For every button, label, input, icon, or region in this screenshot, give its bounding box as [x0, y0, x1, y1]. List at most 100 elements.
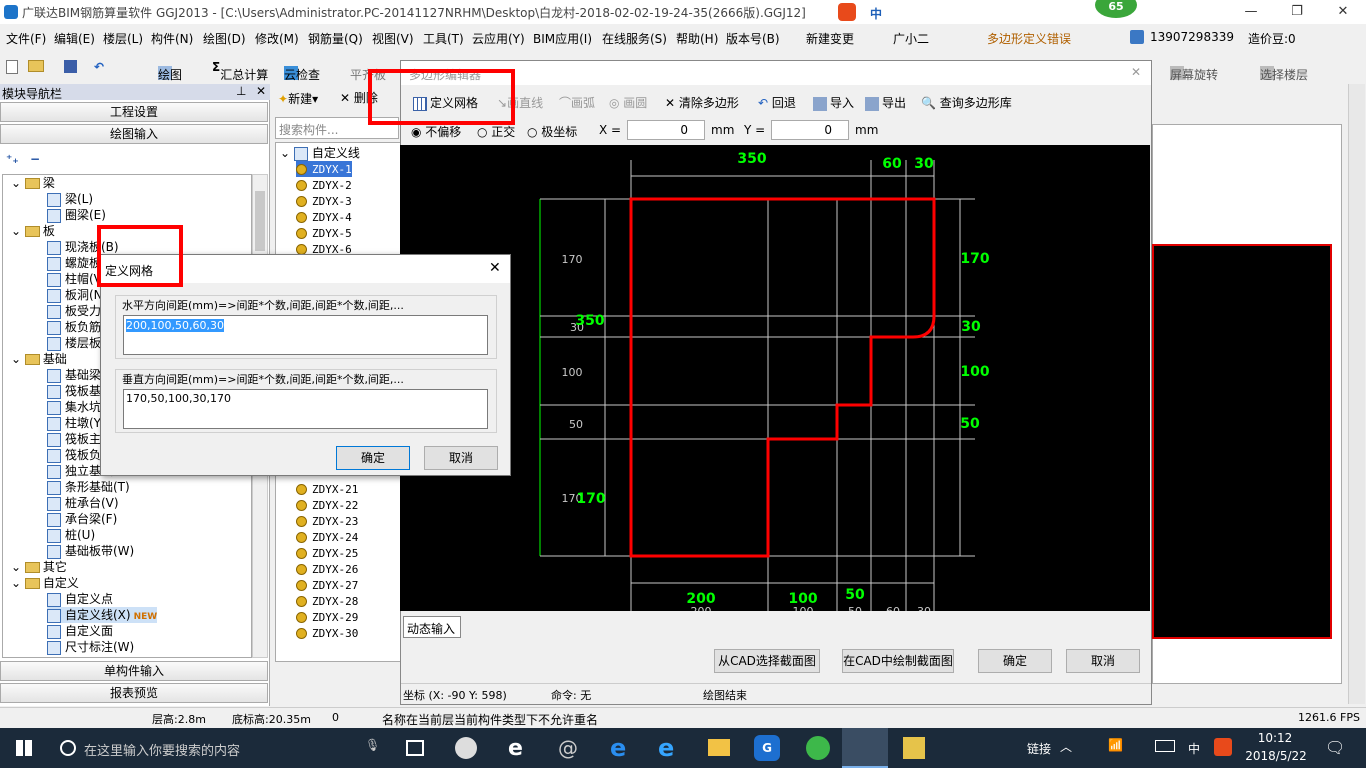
- list-item[interactable]: ZDYX-5: [296, 225, 352, 241]
- editor-close-icon[interactable]: ✕: [1131, 65, 1141, 79]
- menu-tools[interactable]: 工具(T): [423, 30, 464, 47]
- minimize-button[interactable]: —: [1228, 0, 1274, 24]
- menu-new-change[interactable]: 新建变更: [806, 30, 854, 47]
- list-item[interactable]: ZDYX-4: [296, 209, 352, 225]
- tree-folder[interactable]: ⌄ 自定义: [11, 575, 79, 591]
- list-item[interactable]: ZDYX-30: [296, 625, 358, 641]
- ie-browser-icon[interactable]: e: [508, 736, 523, 761]
- list-item[interactable]: ZDYX-1: [296, 161, 352, 177]
- expander-icon[interactable]: ⌄: [280, 146, 294, 160]
- glodon-g-icon[interactable]: G: [754, 735, 780, 761]
- sum-button[interactable]: Σ 汇总计算: [212, 60, 268, 82]
- tree-item[interactable]: 集水坑: [47, 399, 101, 415]
- query-library-button[interactable]: 🔍 查询多边形库: [921, 94, 1012, 111]
- edge-browser-icon[interactable]: e: [610, 734, 626, 762]
- tree-item[interactable]: 条形基础(T): [47, 479, 130, 495]
- draw-circle-button[interactable]: ◎ 画圆: [609, 94, 647, 111]
- polygon-canvas[interactable]: 350 60 30 170 30 100 50 170 350 170 170 30 100 50 200 1…: [400, 145, 1150, 611]
- menu-cloud[interactable]: 云应用(Y): [472, 30, 525, 47]
- user-icon[interactable]: [1130, 30, 1144, 44]
- polar-radio[interactable]: ○ 极坐标: [527, 123, 577, 140]
- tab-drawing-input[interactable]: 绘图输入: [0, 124, 268, 144]
- dialog-ok-button[interactable]: 确定: [336, 446, 410, 470]
- list-item[interactable]: ZDYX-28: [296, 593, 358, 609]
- ie-blue-icon[interactable]: e: [658, 734, 674, 762]
- undo-button[interactable]: ↶ 回退: [758, 94, 796, 111]
- app-swirl-icon[interactable]: @: [558, 736, 578, 760]
- editor-ok-button[interactable]: 确定: [978, 649, 1052, 673]
- notes-app-icon[interactable]: [903, 737, 925, 759]
- menu-edit[interactable]: 编辑(E): [54, 30, 95, 47]
- open-folder-icon[interactable]: [28, 60, 44, 72]
- expand-all-icon[interactable]: ⁺₊: [6, 152, 19, 166]
- tab-project-setup[interactable]: 工程设置: [0, 102, 268, 122]
- tree-item[interactable]: 基础梁: [47, 367, 101, 383]
- dynamic-input-tab[interactable]: 动态输入: [403, 616, 461, 638]
- tab-single-component[interactable]: 单构件输入: [0, 661, 268, 681]
- tree-item[interactable]: 自定义线(X) NEW: [47, 607, 158, 623]
- dialog-close-icon[interactable]: ✕: [489, 260, 501, 276]
- horizontal-spacing-input[interactable]: 200,100,50,60,30: [123, 315, 488, 355]
- windows-start-icon[interactable]: [16, 740, 32, 756]
- y-input[interactable]: 0: [771, 120, 849, 140]
- list-item[interactable]: ZDYX-29: [296, 609, 358, 625]
- menu-file[interactable]: 文件(F): [6, 30, 46, 47]
- sogou-tray-icon[interactable]: [1214, 738, 1232, 756]
- menu-modify[interactable]: 修改(M): [255, 30, 299, 47]
- list-item[interactable]: ZDYX-23: [296, 513, 358, 529]
- save-icon[interactable]: [64, 60, 77, 73]
- tree-folder[interactable]: ⌄ 板: [11, 223, 55, 239]
- app-green-ball-icon[interactable]: [806, 736, 830, 760]
- tree-item[interactable]: 自定义面: [47, 623, 113, 639]
- search-circle-icon[interactable]: [60, 740, 76, 756]
- list-item[interactable]: ZDYX-27: [296, 577, 358, 593]
- notification-icon[interactable]: 🗨: [1325, 738, 1345, 757]
- draw-arc-button[interactable]: ⌒画弧: [559, 94, 595, 111]
- pin-icon[interactable]: ⊥: [236, 84, 246, 98]
- active-app-icon[interactable]: [842, 728, 888, 768]
- menu-component[interactable]: 构件(N): [151, 30, 193, 47]
- menu-help[interactable]: 帮助(H): [676, 30, 718, 47]
- editor-cancel-button[interactable]: 取消: [1066, 649, 1140, 673]
- task-view-icon[interactable]: [406, 740, 424, 756]
- menu-version[interactable]: 版本号(B): [726, 30, 780, 47]
- microphone-icon[interactable]: 🎙: [365, 738, 380, 752]
- clock-time[interactable]: 10:12: [1250, 731, 1300, 745]
- menu-bim[interactable]: BIM应用(I): [533, 30, 592, 47]
- ortho-radio[interactable]: ○ 正交: [477, 123, 515, 140]
- close-button[interactable]: ✕: [1320, 0, 1366, 24]
- new-component-button[interactable]: ✦新建▾: [278, 90, 318, 107]
- tree-item[interactable]: 桩承台(V): [47, 495, 119, 511]
- tree-folder[interactable]: ⌄ 梁: [11, 175, 55, 191]
- tree-item[interactable]: 承台梁(F): [47, 511, 117, 527]
- tree-item[interactable]: 螺旋板: [47, 255, 101, 271]
- keyboard-icon[interactable]: [1155, 740, 1175, 752]
- clear-polygon-button[interactable]: ✕ 清除多边形: [665, 94, 739, 111]
- expander-icon[interactable]: ⌄: [11, 352, 25, 366]
- list-item[interactable]: ZDYX-2: [296, 177, 352, 193]
- list-item[interactable]: ZDYX-21: [296, 481, 358, 497]
- ime-indicator[interactable]: 中: [870, 5, 882, 22]
- tree-item[interactable]: 尺寸标注(W): [47, 639, 134, 655]
- menu-view[interactable]: 视图(V): [372, 30, 414, 47]
- tree-folder[interactable]: ⌄ 基础: [11, 351, 67, 367]
- tree-item[interactable]: 自定义点: [47, 591, 113, 607]
- tree-item[interactable]: 板洞(N): [47, 287, 107, 303]
- expander-icon[interactable]: ⌄: [11, 560, 25, 574]
- scroll-thumb[interactable]: [255, 191, 265, 251]
- tree-item[interactable]: 梁(L): [47, 191, 93, 207]
- select-from-cad-button[interactable]: 从CAD选择截面图: [714, 649, 820, 673]
- tab-report-preview[interactable]: 报表预览: [0, 683, 268, 703]
- list-item[interactable]: ZDYX-22: [296, 497, 358, 513]
- tree-folder[interactable]: ⌄ 其它: [11, 559, 67, 575]
- new-file-icon[interactable]: [6, 60, 18, 74]
- menu-online[interactable]: 在线服务(S): [602, 30, 667, 47]
- menu-rebar[interactable]: 钢筋量(Q): [308, 30, 363, 47]
- list-item[interactable]: ZDYX-24: [296, 529, 358, 545]
- tree-item[interactable]: 板负筋: [47, 319, 101, 335]
- expander-icon[interactable]: ⌄: [11, 576, 25, 590]
- taskbar-ime[interactable]: 中: [1188, 740, 1200, 757]
- vertical-spacing-input[interactable]: 170,50,100,30,170: [123, 389, 488, 429]
- price-beans[interactable]: 造价豆:0: [1248, 30, 1296, 47]
- network-icon[interactable]: 📶: [1108, 738, 1123, 752]
